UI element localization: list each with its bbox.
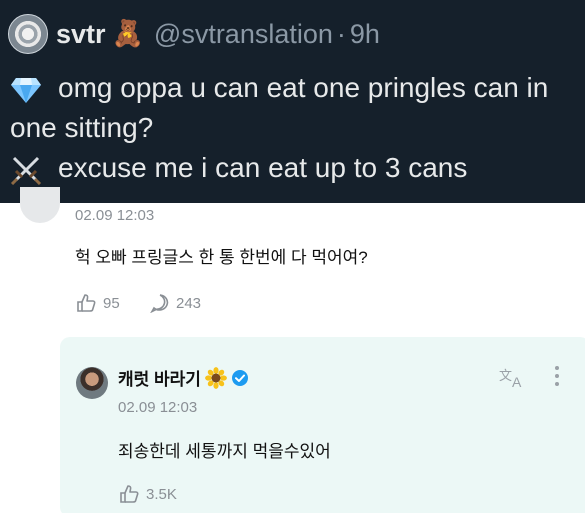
- more-options-button[interactable]: [554, 365, 564, 392]
- comment-time: 02.09 12:03: [75, 207, 155, 224]
- like-icon: [120, 485, 139, 503]
- separator-dot: ·: [336, 18, 346, 49]
- post-time[interactable]: 9h: [350, 19, 380, 50]
- screenshot-root: svtr 🧸 @svtranslation · 9h omg oppa u ca…: [0, 0, 585, 513]
- like-count: 95: [103, 294, 120, 312]
- like-count: 3.5K: [146, 485, 177, 503]
- like-button[interactable]: 3.5K: [118, 484, 177, 504]
- verified-badge-icon: [231, 369, 248, 386]
- crossed-swords-icon: [10, 155, 44, 185]
- reply-count: 243: [176, 294, 202, 312]
- reply-text: 죄송한데 세통까지 먹을수있어: [118, 442, 331, 461]
- avatar[interactable]: [20, 187, 60, 223]
- avatar[interactable]: [76, 367, 108, 399]
- sunflower-icon: [205, 366, 227, 389]
- translation-tweet: svtr 🧸 @svtranslation · 9h omg oppa u ca…: [0, 0, 585, 203]
- reply-author: 캐럿 바라기: [118, 365, 249, 390]
- svg-text:A: A: [512, 374, 522, 389]
- like-icon: [77, 294, 96, 312]
- tweet-line-question: omg oppa u can eat one pringles can in o…: [10, 68, 580, 148]
- fan-comment: 02.09 12:03 헉 오빠 프링글스 한 통 한번에 다 먹어여? 95 …: [0, 187, 585, 338]
- translate-icon: 文 A: [499, 369, 522, 390]
- like-button[interactable]: 95: [75, 293, 120, 313]
- artist-reply-card: 캐럿 바라기 02.09 12:03 文 A 죄송한데 세통까지 먹을수있어 3…: [60, 337, 585, 513]
- author-name[interactable]: 캐럿 바라기: [118, 365, 201, 390]
- tweet-text: omg oppa u can eat one pringles can in o…: [10, 68, 580, 188]
- tweet-line-text: omg oppa u can eat one pringles can in o…: [10, 72, 549, 143]
- tweet-line-text: excuse me i can eat up to 3 cans: [58, 152, 468, 183]
- user-handle[interactable]: @svtranslation: [154, 19, 333, 50]
- avatar[interactable]: [8, 14, 48, 54]
- comment-bubble-icon: [150, 294, 169, 313]
- display-name[interactable]: svtr: [56, 19, 106, 50]
- reply-button[interactable]: 243: [150, 293, 201, 313]
- tweet-line-answer: excuse me i can eat up to 3 cans: [10, 148, 580, 188]
- diamond-icon: [10, 76, 44, 104]
- teddy-bear-icon: 🧸: [111, 19, 144, 49]
- reply-time: 02.09 12:03: [118, 399, 198, 416]
- svg-text:文: 文: [499, 369, 512, 384]
- comment-text: 헉 오빠 프링글스 한 통 한번에 다 먹어여?: [75, 248, 368, 267]
- vertical-ellipsis-icon: [555, 366, 559, 386]
- translate-button[interactable]: 文 A: [498, 367, 528, 394]
- tweet-header: svtr 🧸 @svtranslation · 9h: [8, 12, 380, 56]
